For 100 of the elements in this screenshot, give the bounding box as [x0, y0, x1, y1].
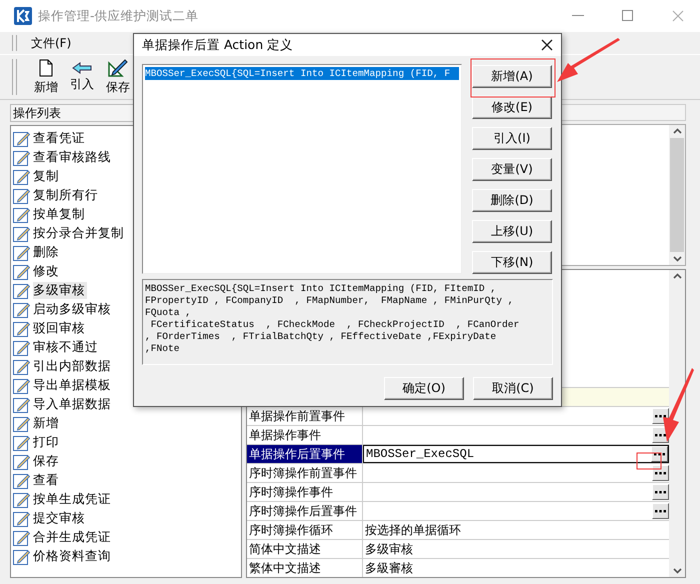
pencil-on-page-icon	[13, 416, 30, 432]
toolbar-button[interactable]: 引入	[65, 62, 99, 92]
pencil-on-page-icon	[13, 244, 30, 260]
property-name: 单据操作后置事件	[247, 445, 363, 463]
dialog-button[interactable]: 上移(U)	[472, 220, 552, 243]
dialog-button[interactable]: 删除(D)	[472, 189, 552, 212]
pen-and-ruler-icon	[108, 58, 128, 76]
list-item[interactable]: 复制	[33, 168, 61, 185]
pencil-on-page-icon	[13, 206, 30, 222]
list-item[interactable]: 按单复制	[33, 206, 87, 223]
close-icon[interactable]	[541, 39, 553, 51]
dialog-button[interactable]: 取消(C)	[473, 377, 553, 400]
pencil-on-page-icon	[13, 492, 30, 508]
pencil-on-page-icon	[13, 434, 30, 450]
toolbar-button[interactable]: 新增	[29, 58, 63, 96]
menu-item[interactable]: 文件(F)	[27, 34, 76, 52]
highlight-frame	[636, 452, 662, 470]
annotation-arrow-icon	[557, 38, 620, 82]
list-item[interactable]: 按单生成凭证	[33, 491, 113, 508]
scrollbar[interactable]	[669, 270, 685, 577]
pencil-on-page-icon	[13, 510, 30, 526]
pencil-on-page-icon	[13, 358, 30, 374]
pencil-on-page-icon	[13, 150, 30, 166]
pencil-on-page-icon	[13, 188, 30, 204]
dialog-button[interactable]: 引入(I)	[472, 127, 552, 150]
scrollbar-thumb[interactable]	[670, 138, 684, 252]
pencil-on-page-icon	[13, 264, 30, 280]
dialog-button[interactable]: 变量(V)	[472, 158, 552, 181]
property-value: 多级审核	[365, 540, 413, 558]
dialog-title: 单据操作后置 Action 定义	[142, 36, 294, 54]
property-value: 按选择的单据循环	[365, 522, 461, 538]
list-item[interactable]: 价格资料查询	[33, 548, 113, 565]
property-name: 繁体中文描述	[247, 559, 363, 577]
more-button[interactable]	[652, 503, 669, 519]
list-item[interactable]: 按分录合并复制	[33, 225, 126, 242]
more-button[interactable]	[652, 484, 669, 500]
list-item[interactable]: 导入单据数据	[33, 396, 113, 413]
scroll-down-icon[interactable]	[672, 256, 682, 262]
annotation-arrow-icon	[663, 368, 694, 442]
dialog-button[interactable]: 新增(A)	[472, 65, 552, 88]
pencil-on-page-icon	[13, 378, 30, 394]
dialog-button[interactable]: 下移(N)	[472, 251, 552, 274]
list-item[interactable]: MBOSSer_ExecSQL{SQL=Insert Into ICItemMapping (FID, F	[145, 67, 459, 80]
list-item[interactable]: 打印	[33, 434, 61, 451]
list-item[interactable]: 新增	[33, 415, 61, 432]
more-button[interactable]	[652, 465, 669, 481]
list-item[interactable]: 复制所有行	[33, 187, 100, 204]
scroll-up-icon[interactable]	[672, 273, 682, 279]
list-item[interactable]: 审核不通过	[33, 339, 100, 356]
property-name: 简体中文描述	[247, 540, 363, 558]
list-item[interactable]: 保存	[33, 453, 61, 470]
list-item[interactable]: 查看审核路线	[33, 149, 113, 166]
list-item[interactable]: 引出内部数据	[33, 358, 113, 375]
property-value: MBOSSer_ExecSQL	[366, 447, 474, 461]
scroll-up-icon[interactable]	[672, 128, 682, 134]
more-button[interactable]	[651, 446, 668, 462]
list-item[interactable]: 驳回审核	[33, 320, 87, 337]
pencil-on-page-icon	[13, 472, 30, 488]
maximize-icon[interactable]	[622, 10, 634, 22]
property-name: 单据操作事件	[247, 426, 363, 444]
pencil-on-page-icon	[13, 454, 30, 470]
scrollbar[interactable]	[669, 125, 685, 265]
blank-page-icon	[39, 58, 53, 76]
list-item[interactable]: 修改	[33, 263, 61, 280]
ellipsis-icon	[654, 452, 665, 456]
minimize-icon[interactable]	[572, 15, 584, 17]
ellipsis-icon	[655, 510, 666, 512]
list-item[interactable]: 查看	[33, 472, 61, 489]
dialog-button[interactable]: 确定(O)	[384, 377, 464, 400]
property-name: 序时簿操作前置事件	[247, 464, 363, 482]
app-logo-icon	[14, 7, 32, 25]
property-name: 序时簿操作循环	[247, 521, 363, 539]
pencil-on-page-icon	[13, 302, 30, 318]
property-name: 序时簿操作后置事件	[247, 502, 363, 520]
property-name: 序时簿操作事件	[247, 483, 363, 501]
pencil-on-page-icon	[13, 130, 30, 146]
pencil-on-page-icon	[13, 548, 30, 564]
list-item[interactable]: 启动多级审核	[33, 301, 113, 318]
list-item[interactable]: 提交审核	[33, 510, 87, 527]
ellipsis-icon	[655, 414, 666, 418]
ellipsis-icon	[655, 434, 666, 436]
action-detail-text: MBOSSer_ExecSQL{SQL=Insert Into ICItemMapping (FID, FItemID , FPropertyID , FCompanyID , FMapNumber, FMapName , FMinPurQty , FQuota , FCertificateStatus , FCheckMode , FCheckProjectID , FCanOrder , FOrderTimes , FTrialBatchQty , FEffectiveDate ,FExpiryDate ,FNote	[142, 279, 553, 365]
pencil-on-page-icon	[13, 168, 30, 184]
list-item[interactable]: 查看凭证	[33, 130, 87, 147]
ellipsis-icon	[655, 472, 666, 474]
pencil-on-page-icon	[13, 530, 30, 546]
pencil-on-page-icon	[13, 226, 30, 242]
scroll-down-icon[interactable]	[672, 568, 682, 574]
list-item[interactable]: 导出单据模板	[33, 377, 113, 394]
window-title: 操作管理-供应维护测试二单	[38, 8, 200, 24]
list-item[interactable]: 删除	[33, 244, 61, 261]
ellipsis-icon	[655, 490, 666, 494]
list-item[interactable]: 多级审核	[33, 282, 87, 299]
list-item[interactable]: 合并生成凭证	[33, 529, 113, 546]
pencil-on-page-icon	[13, 282, 30, 298]
left-arrow-icon	[72, 62, 92, 74]
dialog-button[interactable]: 修改(E)	[472, 96, 552, 119]
pencil-on-page-icon	[13, 320, 30, 336]
toolbar-button[interactable]: 保存	[101, 58, 135, 96]
pencil-on-page-icon	[13, 340, 30, 356]
